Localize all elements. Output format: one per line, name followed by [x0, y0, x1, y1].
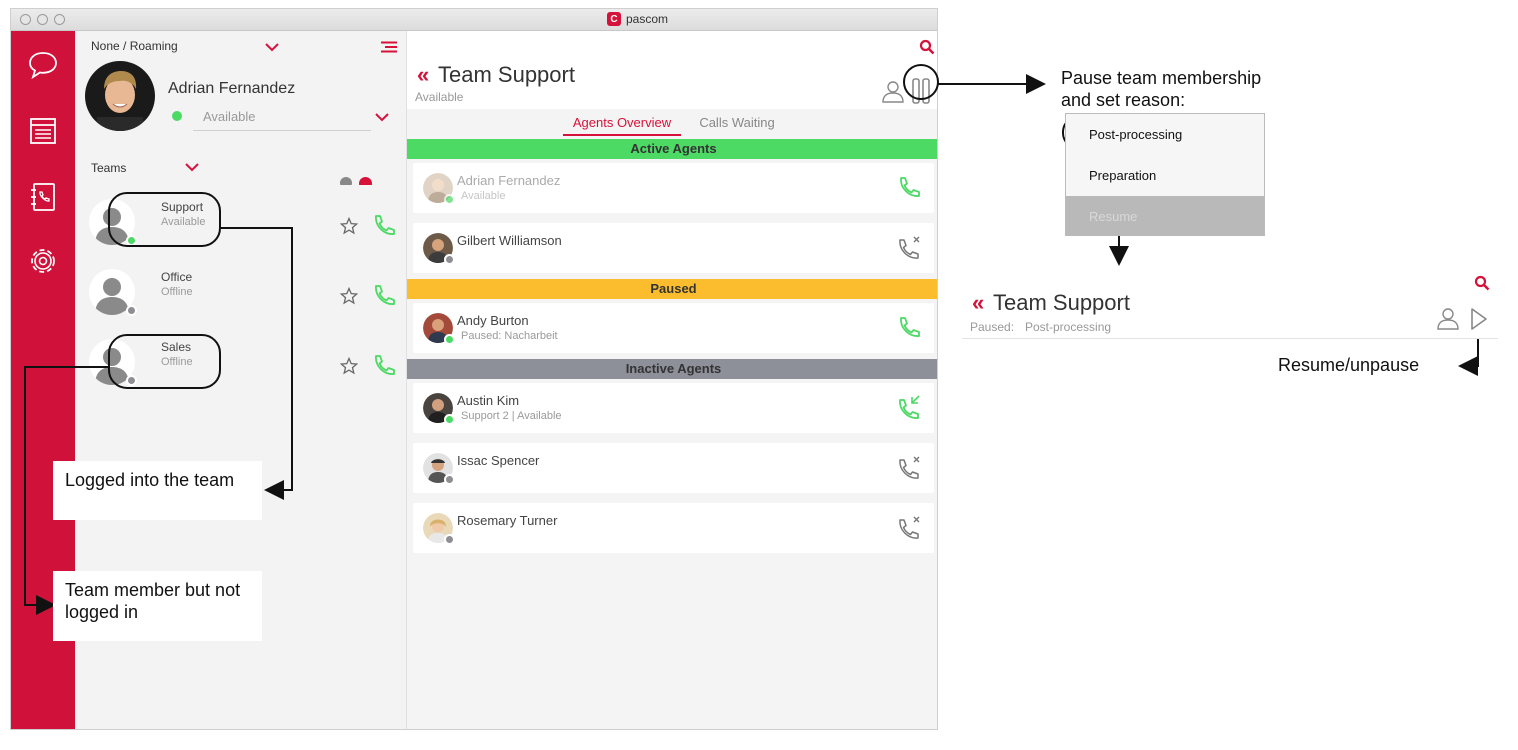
agent-name: Rosemary Turner: [457, 513, 558, 528]
section-inactive-agents: Inactive Agents: [407, 359, 937, 379]
chat-icon[interactable]: [27, 49, 59, 81]
agent-card[interactable]: Andy Burton Paused: Nacharbeit: [413, 303, 934, 353]
team-name: Office: [161, 270, 193, 284]
paused-status-label: Paused:: [970, 320, 1015, 334]
agent-card[interactable]: Austin Kim Support 2 | Available: [413, 383, 934, 433]
menu-item-preparation[interactable]: Preparation: [1066, 155, 1264, 196]
agent-status-dot: [444, 334, 455, 345]
agent-status-dot: [444, 534, 455, 545]
agent-status-dot: [444, 474, 455, 485]
section-paused: Paused: [407, 279, 937, 299]
chevron-down-icon[interactable]: [265, 43, 279, 52]
call-team-icon[interactable]: [371, 283, 397, 309]
pause-button-icon[interactable]: [906, 76, 936, 106]
favorite-star-icon[interactable]: [340, 357, 358, 375]
call-team-icon[interactable]: [371, 353, 397, 379]
menu-icon[interactable]: [381, 41, 397, 53]
annotation-pause-line2: and set reason:: [1061, 90, 1186, 110]
agent-card[interactable]: Adrian Fernandez Available: [413, 163, 934, 213]
section-active-agents: Active Agents: [407, 139, 937, 159]
menu-item-post-processing[interactable]: Post-processing: [1066, 114, 1264, 155]
team-name: Sales: [161, 340, 192, 354]
teams-heading: Teams: [91, 161, 127, 175]
favorite-star-icon[interactable]: [340, 217, 358, 235]
agent-name: Andy Burton: [457, 313, 529, 328]
callback-icon[interactable]: [896, 395, 922, 421]
team-item-sales[interactable]: Sales Offline: [75, 325, 406, 395]
team-title: Team Support: [438, 62, 575, 87]
call-team-icon[interactable]: [371, 213, 397, 239]
tab-agents-overview[interactable]: Agents Overview: [567, 115, 677, 130]
agent-person-icon[interactable]: [1436, 306, 1460, 330]
call-disabled-icon[interactable]: [896, 235, 922, 261]
settings-gear-icon[interactable]: [27, 245, 59, 277]
agent-card[interactable]: Issac Spencer: [413, 443, 934, 493]
team-subtitle: Available: [415, 90, 464, 104]
status-underline: [193, 130, 371, 131]
agent-status: Available: [461, 190, 506, 202]
location-selector[interactable]: None / Roaming: [91, 39, 178, 53]
agent-card[interactable]: Rosemary Turner: [413, 503, 934, 553]
team-item-office[interactable]: Office Offline: [75, 255, 406, 325]
paused-team-title: Team Support: [993, 290, 1130, 315]
annotation-resume: Resume/unpause: [1278, 355, 1420, 375]
window-title-text: pascom: [626, 12, 669, 26]
journal-icon[interactable]: [27, 115, 59, 147]
call-disabled-icon[interactable]: [896, 455, 922, 481]
team-item-support[interactable]: Support Available: [75, 185, 406, 255]
team-name: Support: [161, 200, 204, 214]
window-title: C pascom: [607, 12, 668, 26]
agent-status: Support 2 | Available: [461, 410, 562, 422]
active-tab-underline: [563, 134, 681, 136]
agent-card[interactable]: Gilbert Williamson: [413, 223, 934, 273]
back-chevrons-icon[interactable]: «: [417, 62, 429, 88]
callout-not-logged-in: Team member but not logged in: [53, 571, 262, 641]
title-bar: C pascom: [11, 9, 937, 31]
resume-play-icon[interactable]: [1466, 306, 1490, 332]
search-icon[interactable]: [919, 39, 935, 55]
call-disabled-icon[interactable]: [896, 515, 922, 541]
tab-calls-waiting[interactable]: Calls Waiting: [687, 115, 787, 130]
call-agent-icon[interactable]: [896, 315, 922, 341]
annotation-pause-line1: Pause team membership: [1061, 68, 1262, 88]
team-status: Offline: [161, 356, 193, 368]
agent-person-icon[interactable]: [881, 79, 905, 103]
phonebook-icon[interactable]: [27, 181, 59, 213]
favorite-star-icon[interactable]: [340, 287, 358, 305]
pascom-logo-icon: C: [607, 12, 621, 26]
profile-name: Adrian Fernandez: [168, 80, 296, 97]
team-status: Offline: [161, 286, 193, 298]
call-agent-icon[interactable]: [896, 175, 922, 201]
team-detail-panel: « Team Support Available Agents Overview…: [406, 31, 937, 729]
team-status-dot: [126, 305, 137, 316]
agent-status-dot: [444, 194, 455, 205]
paused-reason: Post-processing: [1025, 320, 1112, 334]
minimize-window-button[interactable]: [37, 14, 48, 25]
search-icon[interactable]: [1474, 275, 1490, 291]
paused-team-header: « Team Support Paused: Post-processing: [962, 266, 1498, 339]
menu-item-resume[interactable]: Resume: [1066, 196, 1264, 236]
profile-status[interactable]: Available: [203, 109, 256, 124]
status-chevron-down-icon[interactable]: [375, 113, 389, 122]
back-chevrons-icon[interactable]: «: [972, 290, 984, 316]
team-status-dot: [126, 375, 137, 386]
agent-name: Adrian Fernandez: [457, 173, 561, 188]
close-window-button[interactable]: [20, 14, 31, 25]
profile-avatar[interactable]: [85, 61, 155, 131]
agent-name: Issac Spencer: [457, 453, 540, 468]
zoom-window-button[interactable]: [54, 14, 65, 25]
team-status-dot: [126, 235, 137, 246]
pause-reason-menu: Post-processing Preparation Resume: [1065, 113, 1265, 236]
agent-status: Paused: Nacharbeit: [461, 330, 558, 342]
teams-chevron-down-icon[interactable]: [185, 163, 199, 172]
agent-name: Gilbert Williamson: [457, 233, 562, 248]
profile-status-dot: [172, 111, 182, 121]
agent-status-dot: [444, 254, 455, 265]
teams-list: Support Available Office Offline Sales O…: [75, 185, 406, 435]
agent-status-dot: [444, 414, 455, 425]
team-status: Available: [161, 216, 206, 228]
callout-logged-in: Logged into the team: [53, 461, 262, 520]
agent-name: Austin Kim: [457, 393, 520, 408]
